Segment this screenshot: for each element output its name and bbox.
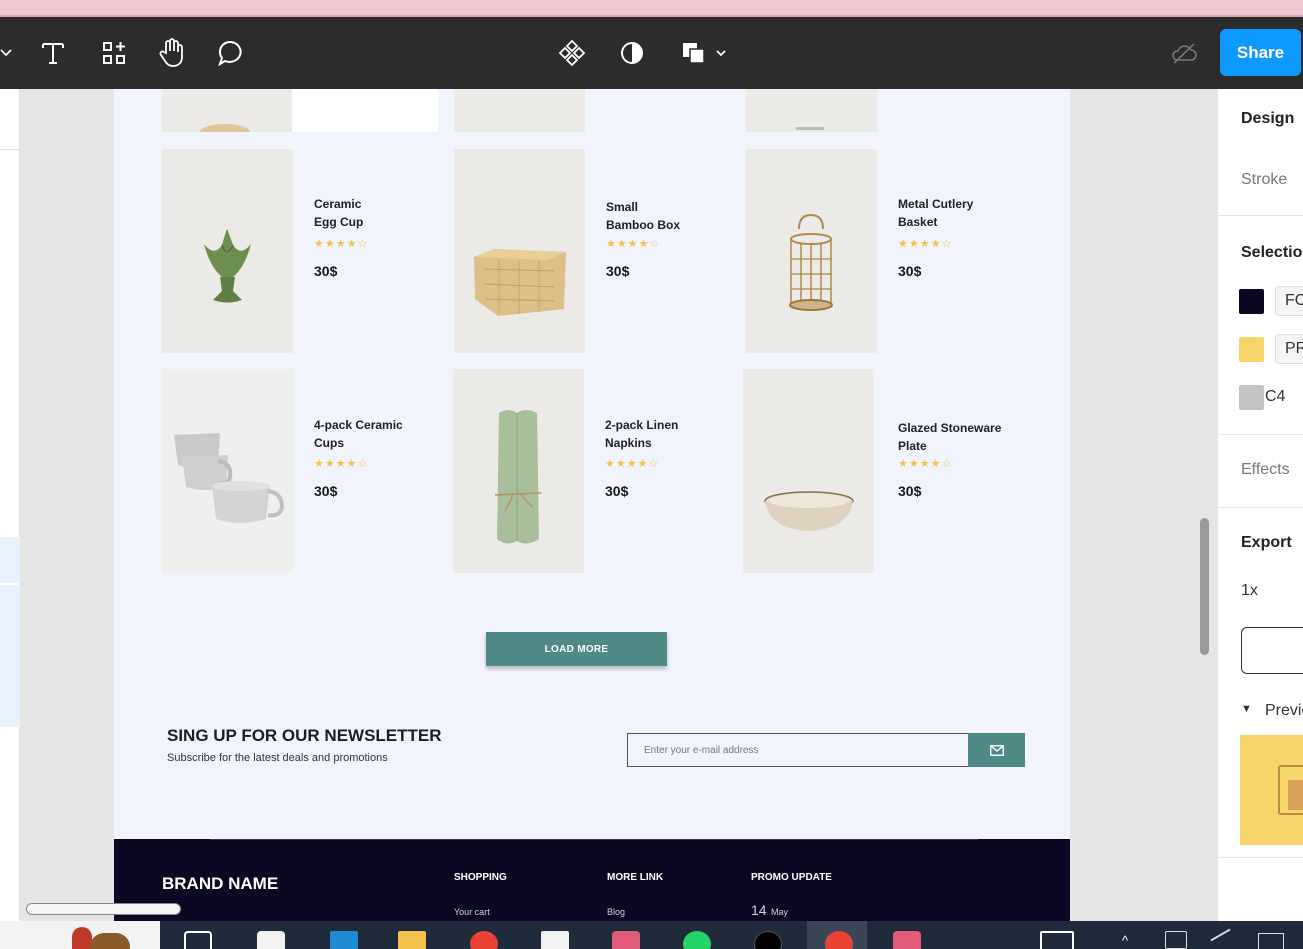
volume-icon[interactable]	[1165, 931, 1187, 949]
rating-stars: ★★★★☆	[314, 458, 369, 470]
layers-icon[interactable]	[677, 37, 733, 69]
product-image-partial	[162, 89, 293, 132]
export-section-label: Export	[1241, 534, 1292, 551]
cloud-off-icon	[1168, 37, 1200, 69]
rating-stars: ★★★★☆	[314, 238, 369, 250]
rating-stars: ★★★★☆	[898, 458, 953, 470]
product-image-linen-napkins[interactable]	[453, 369, 584, 573]
news-icon[interactable]	[1040, 931, 1074, 949]
chevron-down-icon[interactable]: ▼	[1241, 703, 1252, 715]
newsletter-title: SING UP FOR OUR NEWSLETTER	[167, 726, 442, 745]
figma-toolbar: Share	[0, 17, 1303, 89]
export-scale[interactable]: 1x	[1241, 582, 1258, 600]
product-name: Metal Cutlery Basket	[898, 197, 974, 229]
product-price: 30$	[605, 483, 629, 499]
layers-panel	[0, 89, 20, 921]
product-image-ceramic-cups[interactable]	[162, 369, 293, 573]
export-preview-image	[1240, 735, 1303, 845]
page-frame[interactable]: Ceramic Egg Cup ★★★★☆ 30$ Small Bamboo Box…	[114, 89, 1070, 921]
vscode-icon[interactable]	[330, 931, 358, 949]
weather-widget[interactable]	[0, 921, 160, 949]
load-more-button[interactable]: LOAD MORE	[486, 632, 667, 666]
footer-link-blog[interactable]: Blog	[607, 907, 625, 917]
text-tool-icon[interactable]	[37, 37, 69, 69]
color-swatch-1[interactable]	[1239, 289, 1264, 314]
network-icon[interactable]	[1210, 928, 1238, 949]
white-card	[292, 89, 438, 132]
subscribe-button[interactable]	[968, 733, 1025, 767]
hand-tool-icon[interactable]	[156, 37, 188, 69]
preview-toggle[interactable]: Preview	[1265, 702, 1303, 720]
color-hex-3[interactable]: C4	[1265, 388, 1285, 406]
mail-icon	[989, 744, 1004, 756]
footer-brand: BRAND NAME	[162, 874, 279, 893]
color-swatch-2[interactable]	[1239, 337, 1264, 362]
color-hex-1[interactable]: FO	[1275, 286, 1303, 316]
share-button[interactable]: Share	[1220, 29, 1301, 76]
rating-stars: ★★★★☆	[605, 458, 660, 470]
product-name: 2-pack Linen Napkins	[605, 418, 679, 450]
os-taskbar: ^	[0, 921, 1303, 949]
properties-panel: Design Stroke Selection FO PR C4 Effects…	[1217, 89, 1303, 921]
product-price: 30$	[314, 263, 338, 279]
product-name: Small Bamboo Box	[606, 200, 681, 232]
chrome-icon[interactable]	[470, 931, 498, 949]
color-swatch-3[interactable]	[1239, 385, 1264, 410]
chevron-down-icon[interactable]	[0, 37, 18, 69]
document-icon[interactable]	[541, 931, 569, 949]
footer: BRAND NAME SHOPPING Your cart MORE LINK …	[114, 839, 1070, 921]
footer-col-shopping: SHOPPING	[454, 872, 507, 883]
vertical-scrollbar[interactable]	[1200, 518, 1209, 655]
promo-date: 14 May	[751, 902, 789, 918]
product-image-egg-cup[interactable]	[162, 149, 293, 353]
stroke-section-label[interactable]: Stroke	[1241, 171, 1287, 189]
contrast-icon[interactable]	[616, 37, 648, 69]
product-name: Ceramic Egg Cup	[314, 197, 364, 229]
chevron-up-icon[interactable]: ^	[1122, 933, 1128, 948]
store-icon[interactable]	[257, 931, 285, 949]
comment-icon[interactable]	[215, 37, 247, 69]
export-button[interactable]	[1241, 627, 1303, 674]
product-price: 30$	[898, 483, 922, 499]
tab-design[interactable]: Design	[1241, 110, 1294, 128]
footer-link-cart[interactable]: Your cart	[454, 907, 490, 917]
product-price: 30$	[314, 483, 338, 499]
effects-section-label[interactable]: Effects	[1241, 461, 1290, 479]
newsletter-subtitle: Subscribe for the latest deals and promo…	[167, 752, 388, 764]
rating-stars: ★★★★☆	[898, 238, 953, 250]
horizontal-scrollbar[interactable]	[26, 903, 181, 915]
task-view-icon[interactable]	[184, 931, 212, 949]
product-image-partial	[746, 89, 877, 132]
product-image-cutlery-basket[interactable]	[746, 149, 877, 353]
product-image-bamboo-box[interactable]	[454, 149, 585, 353]
product-name: Glazed Stoneware Plate	[898, 421, 1002, 453]
email-input[interactable]: Enter your e-mail address	[627, 733, 969, 767]
rating-stars: ★★★★☆	[606, 238, 661, 250]
figma-app-icon[interactable]	[893, 931, 921, 949]
design-canvas[interactable]: Ceramic Egg Cup ★★★★☆ 30$ Small Bamboo Box…	[20, 89, 1217, 921]
layer-highlight-group[interactable]	[0, 585, 20, 727]
footer-col-more: MORE LINK	[607, 872, 664, 883]
browser-top-strip	[0, 0, 1303, 17]
x-app-icon[interactable]	[754, 931, 782, 949]
product-price: 30$	[898, 263, 922, 279]
battery-icon[interactable]	[1258, 933, 1284, 949]
layer-highlight[interactable]	[0, 537, 20, 583]
color-hex-2[interactable]: PR	[1275, 334, 1303, 364]
product-image-partial	[454, 89, 585, 132]
figma-app-icon[interactable]	[612, 931, 640, 949]
product-name: 4-pack Ceramic Cups	[314, 418, 403, 450]
components-icon[interactable]	[556, 37, 588, 69]
whatsapp-icon[interactable]	[683, 931, 711, 949]
frame-tool-icon[interactable]	[98, 37, 130, 69]
footer-col-promo: PROMO UPDATE	[751, 872, 832, 883]
folder-icon[interactable]	[398, 931, 426, 949]
product-price: 30$	[606, 263, 630, 279]
product-image-stoneware-plate[interactable]	[743, 369, 874, 573]
selection-colors-label: Selection	[1241, 244, 1303, 261]
